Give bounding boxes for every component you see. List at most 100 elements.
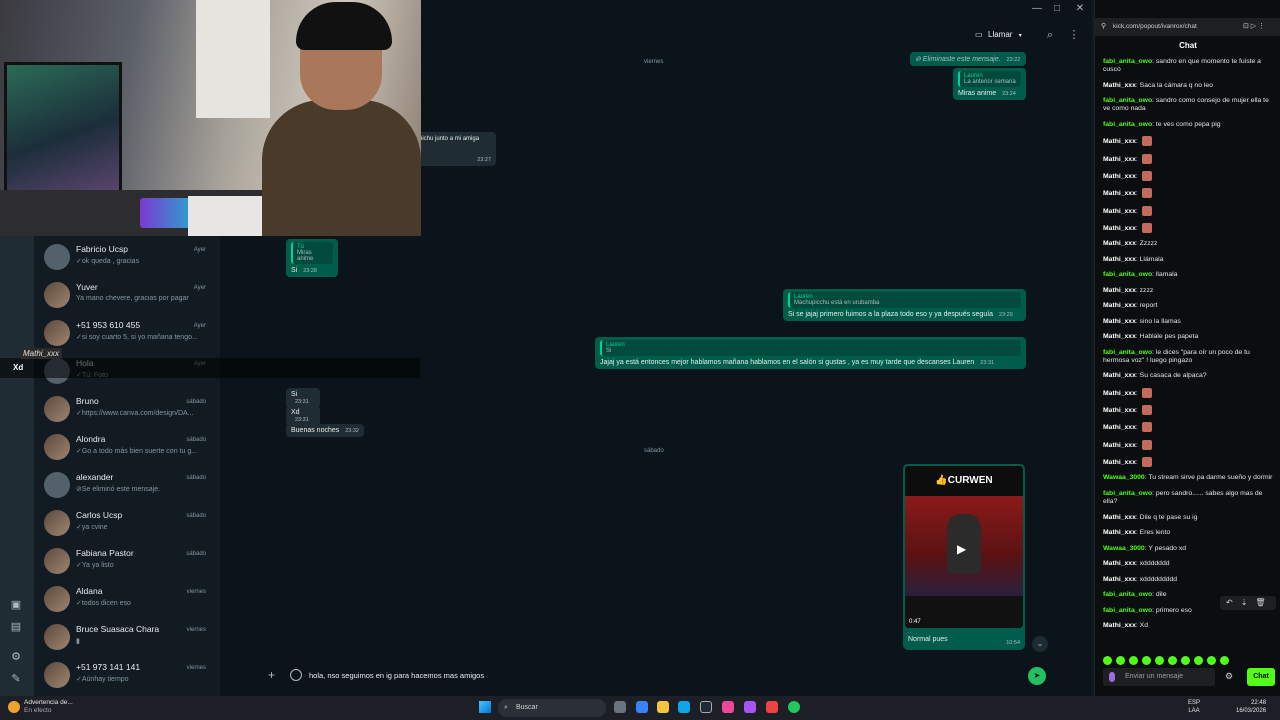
message-xd[interactable]: Xd 23:31 — [286, 406, 320, 426]
chrome-icon[interactable] — [766, 701, 778, 713]
chat-list-item[interactable]: Bruno ✓https://www.canva.com/design/DA...… — [34, 392, 220, 430]
kick-username[interactable]: Mathi_xxx — [1103, 173, 1136, 180]
kick-username[interactable]: Mathi_xxx — [1103, 138, 1136, 145]
chat-list-item[interactable]: Carlos Ucsp ✓ya cvine sábado — [34, 506, 220, 544]
video-thumbnail[interactable]: 👍CURWEN ▶ 0:47 — [905, 466, 1023, 628]
file-explorer-icon[interactable] — [657, 701, 669, 713]
kick-username[interactable]: Mathi_xxx — [1103, 207, 1136, 214]
kick-username[interactable]: fabi_anita_owo — [1103, 490, 1152, 497]
kick-chat-message[interactable]: Mathi_xxx: Zzzzz — [1103, 240, 1275, 248]
kick-message-input[interactable]: Enviar un mensaje — [1103, 668, 1215, 686]
emote-icon[interactable] — [1103, 656, 1112, 665]
kick-chat-message[interactable]: Mathi_xxx: — [1103, 153, 1275, 164]
kick-username[interactable]: Mathi_xxx — [1103, 442, 1136, 449]
message-miras-anime[interactable]: Lauren La anterior semana Miras anime 23… — [953, 68, 1026, 100]
settings-icon[interactable]: ⚙ — [9, 650, 23, 664]
kick-url[interactable]: kick.com/popout/ivanrox/chat — [1113, 23, 1197, 30]
kick-username[interactable]: Mathi_xxx — [1103, 156, 1136, 163]
kick-chat-message[interactable]: fabi_anita_owo: sandro como consejo de m… — [1103, 97, 1275, 113]
kick-username[interactable]: Mathi_xxx — [1103, 407, 1136, 414]
chat-list-item[interactable]: Aldana ✓todos dicen eso viernes — [34, 582, 220, 620]
profile-icon[interactable]: ✎ — [9, 672, 23, 686]
chat-list-item[interactable]: Fabricio Ucsp ✓ok queda , gracias Ayer — [34, 240, 220, 278]
kick-chat-message[interactable]: Mathi_xxx: Hablale pes papeta — [1103, 333, 1275, 341]
emote-icon[interactable] — [1129, 656, 1138, 665]
kick-chat-message[interactable]: Mathi_xxx: Su casaca de alpaca? — [1103, 372, 1275, 380]
play-icon[interactable]: ▶ — [957, 542, 966, 556]
widgets-icon[interactable] — [636, 701, 648, 713]
kick-username[interactable]: Mathi_xxx — [1103, 390, 1136, 397]
kick-chat-message[interactable]: Mathi_xxx: xddddddd — [1103, 560, 1275, 568]
kick-chat-message[interactable]: fabi_anita_owo: te ves como pepa pig — [1103, 121, 1275, 129]
chat-list-item[interactable]: Yuver Ya mano chevere, gracias por pagar A… — [34, 278, 220, 316]
kick-username[interactable]: fabi_anita_owo — [1103, 58, 1152, 65]
kick-username[interactable]: Mathi_xxx — [1103, 529, 1136, 536]
kick-chat-message[interactable]: Mathi_xxx: — [1103, 405, 1275, 416]
chat-list-item[interactable]: alexander ⊘Se eliminó este mensaje. sábado — [34, 468, 220, 506]
kick-username[interactable]: fabi_anita_owo — [1103, 349, 1152, 356]
chat-list-item[interactable]: Bruce Suasaca Chara ▮ viernes — [34, 620, 220, 658]
kick-username[interactable]: Mathi_xxx — [1103, 424, 1136, 431]
kick-username[interactable]: Mathi_xxx — [1103, 622, 1136, 629]
message-deleted[interactable]: ⊘ Eliminaste este mensaje. 23:22 — [910, 52, 1026, 66]
kick-username[interactable]: Mathi_xxx — [1103, 560, 1136, 567]
minimize-icon[interactable]: — — [1030, 2, 1044, 16]
site-info-icon[interactable]: ⚲ — [1101, 22, 1106, 30]
edge-icon[interactable] — [678, 701, 690, 713]
kick-username[interactable]: Wawaa_3000 — [1103, 474, 1145, 481]
kick-username[interactable]: Mathi_xxx — [1103, 240, 1136, 247]
kick-chat-message[interactable]: Mathi_xxx: Dile q te pase su ig — [1103, 514, 1275, 522]
chat-list-item[interactable]: +51 973 141 141 ✓Aúnhay tiempo viernes — [34, 658, 220, 696]
kick-chat-message[interactable]: Mathi_xxx: — [1103, 387, 1275, 398]
emoji-icon[interactable] — [290, 669, 302, 681]
message-machu[interactable]: Lauren Machupicchu está en urubamba Si s… — [783, 289, 1026, 321]
kick-chat-message[interactable]: Mathi_xxx: xddddddddd — [1103, 576, 1275, 584]
taskbar-search[interactable]: ⌕ Buscar — [498, 699, 606, 717]
kick-chat-message[interactable]: Mathi_xxx: sino la llamas — [1103, 318, 1275, 326]
call-button[interactable]: ▭ Llamar ▾ — [972, 26, 1030, 44]
scroll-down-button[interactable]: ⌄ — [1032, 636, 1048, 652]
message-buenas-noches[interactable]: Buenas noches 23:32 — [286, 424, 364, 437]
kick-chat-message[interactable]: Wawaa_3000: Tu stream sirve pa darme sue… — [1103, 474, 1275, 482]
settings-icon[interactable]: ⚙ — [1225, 671, 1233, 682]
more-options-icon[interactable]: ⋮ — [1067, 28, 1081, 42]
whatsapp-icon[interactable] — [788, 701, 800, 713]
emote-icon[interactable] — [1155, 656, 1164, 665]
kick-chat-message[interactable]: fabi_anita_owo: sandro en que momento te… — [1103, 58, 1275, 74]
app-icon-purple[interactable] — [744, 701, 756, 713]
chat-list-item[interactable]: Fabiana Pastor ✓Ya ya listo sábado — [34, 544, 220, 582]
kick-chat-message[interactable]: Mathi_xxx: — [1103, 136, 1275, 147]
weather-icon[interactable] — [8, 701, 20, 713]
message-si[interactable]: Si 23:31 — [286, 388, 320, 408]
kick-chat-message[interactable]: fabi_anita_owo: pero sandro...... sabes … — [1103, 490, 1275, 506]
send-button[interactable]: ➤ — [1028, 667, 1046, 685]
message-pichu[interactable]: pichu junto a mi amiga 23:27 — [414, 132, 496, 166]
message-hover-tools[interactable]: ↶⇣🗑 — [1220, 596, 1276, 610]
kick-toolbar-icons[interactable]: ⊡ ▷ ⋮ — [1243, 22, 1265, 30]
kick-username[interactable]: Mathi_xxx — [1103, 225, 1136, 232]
close-icon[interactable]: ✕ — [1073, 2, 1087, 16]
kick-chat-message[interactable]: fabi_anita_owo: llamala — [1103, 271, 1275, 279]
kick-chat-message[interactable]: Mathi_xxx: Saca la cámara q no leo — [1103, 82, 1275, 90]
video-message[interactable]: 👍CURWEN ▶ 0:47 Normal pues 10:54 — [903, 464, 1025, 650]
kick-chat-message[interactable]: Mathi_xxx: Eres lento — [1103, 529, 1275, 537]
kick-chat-message[interactable]: Mathi_xxx: report — [1103, 302, 1275, 310]
kick-chat-message[interactable]: Mathi_xxx: — [1103, 171, 1275, 181]
kick-username[interactable]: Mathi_xxx — [1103, 576, 1136, 583]
search-icon[interactable]: ⌕ — [1043, 28, 1057, 42]
emote-icon[interactable] — [1142, 656, 1151, 665]
kick-username[interactable]: Mathi_xxx — [1103, 82, 1136, 89]
app-icon-pink[interactable] — [722, 701, 734, 713]
emote-icon[interactable] — [1207, 656, 1216, 665]
archive-icon[interactable]: ▤ — [9, 620, 23, 634]
kick-username[interactable]: Mathi_xxx — [1103, 190, 1136, 197]
kick-username[interactable]: Mathi_xxx — [1103, 333, 1136, 340]
kick-chat-message[interactable]: Mathi_xxx: — [1103, 457, 1275, 468]
kick-username[interactable]: Mathi_xxx — [1103, 372, 1136, 379]
kick-chat-message[interactable]: Mathi_xxx: — [1103, 222, 1275, 233]
message-si-reply[interactable]: Tú Miras anime Si 23:28 — [286, 239, 338, 277]
emote-icon[interactable] — [1181, 656, 1190, 665]
kick-chat-message[interactable]: Mathi_xxx: Xd — [1103, 622, 1275, 630]
kick-chat-message[interactable]: Mathi_xxx: — [1103, 422, 1275, 433]
kick-chat-message[interactable]: Mathi_xxx: Llámala — [1103, 256, 1275, 264]
